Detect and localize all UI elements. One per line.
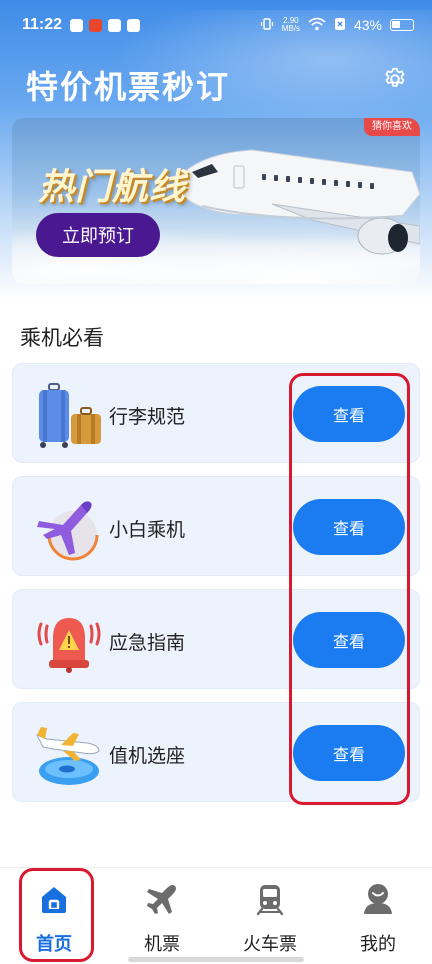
plane-takeoff-icon xyxy=(35,727,100,785)
train-icon xyxy=(256,885,284,916)
nav-item-train[interactable]: 火车票 xyxy=(216,878,324,958)
luggage-icon xyxy=(39,383,101,448)
settings-button[interactable] xyxy=(380,64,410,94)
item-label: 应急指南 xyxy=(109,632,186,654)
highlight-box-home-tab xyxy=(19,868,94,962)
nav-item-flights[interactable]: 机票 xyxy=(108,878,216,958)
highlight-box-view-buttons xyxy=(289,373,410,805)
app-notification-icon xyxy=(70,18,84,32)
status-right: 2.90 MB/s 43% xyxy=(260,17,414,34)
banner-heading: 热门航线 xyxy=(38,167,187,208)
plane-icon xyxy=(147,885,176,914)
nav-label: 机票 xyxy=(144,934,180,955)
promo-banner[interactable]: 猜你喜欢 热门航线 立即预订 xyxy=(12,118,420,284)
status-time: 11:22 xyxy=(22,16,63,33)
net-speed: 2.90 MB/s xyxy=(282,17,300,33)
item-label: 小白乘机 xyxy=(109,519,186,541)
book-now-button[interactable]: 立即预订 xyxy=(36,213,160,257)
section-title: 乘机必看 xyxy=(20,326,104,350)
alarm-bell-icon xyxy=(37,618,101,673)
notification-icons xyxy=(70,18,141,32)
airplane-illustration xyxy=(171,149,420,255)
no-sim-icon xyxy=(334,17,346,34)
item-label: 值机选座 xyxy=(109,745,186,767)
banner-tag: 猜你喜欢 xyxy=(364,118,420,136)
page-title: 特价机票秒订 xyxy=(26,68,231,106)
app-notification-icon xyxy=(127,18,141,32)
item-label: 行李规范 xyxy=(109,406,186,428)
gear-icon xyxy=(385,67,405,87)
battery-icon xyxy=(390,19,414,31)
nav-label: 我的 xyxy=(360,934,396,955)
net-speed-unit: MB/s xyxy=(281,24,300,33)
user-icon xyxy=(364,884,392,914)
app-notification-icon xyxy=(89,18,103,32)
airplane-globe-icon xyxy=(37,501,99,561)
nav-label: 火车票 xyxy=(243,934,297,955)
status-bar: 11:22 2.90 MB/s 43% xyxy=(0,0,432,50)
home-indicator xyxy=(128,957,304,962)
vibrate-icon xyxy=(260,17,274,34)
mail-icon xyxy=(108,18,122,32)
wifi-icon xyxy=(308,17,326,34)
battery-percent: 43% xyxy=(353,17,382,33)
nav-item-profile[interactable]: 我的 xyxy=(324,878,432,958)
